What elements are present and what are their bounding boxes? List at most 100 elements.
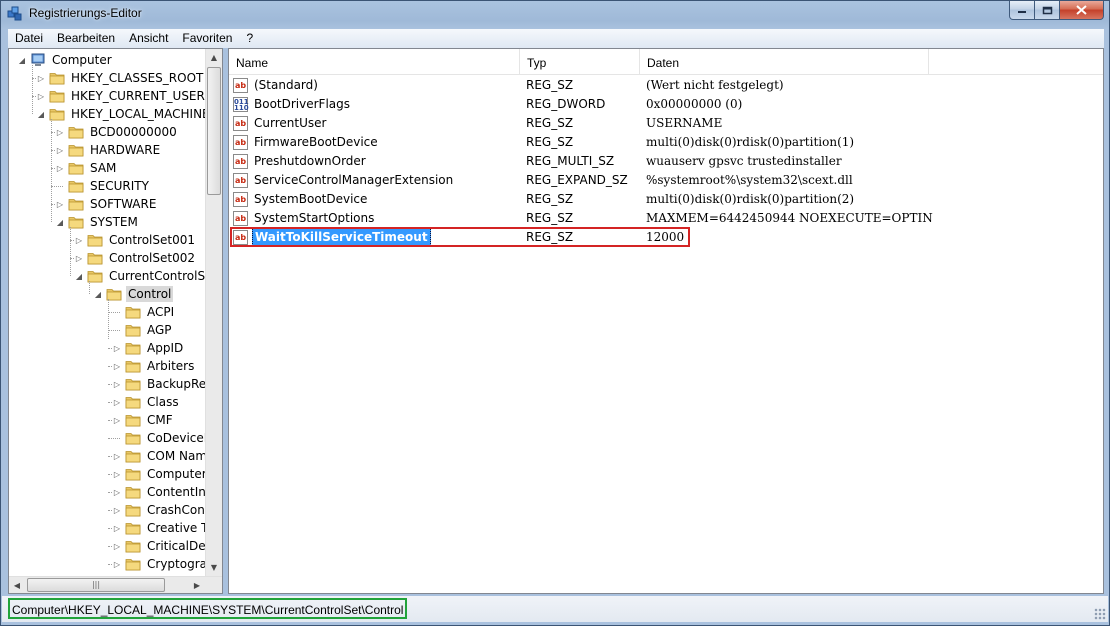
tree-item-label: HKEY_CLASSES_ROOT xyxy=(71,71,204,85)
tree-guide-line xyxy=(108,366,112,367)
tree-guide-line xyxy=(51,150,55,151)
tree-item[interactable]: ▷ AppID xyxy=(112,339,185,357)
tree-item[interactable]: ▷ SOFTWARE xyxy=(55,195,158,213)
tree-item[interactable]: ACPI xyxy=(112,303,176,321)
value-type: REG_SZ xyxy=(526,135,574,149)
resize-grip-icon[interactable] xyxy=(1094,608,1106,620)
tree-expand-icon[interactable]: ▷ xyxy=(36,69,46,87)
menu-ansicht[interactable]: Ansicht xyxy=(122,29,175,48)
table-row[interactable]: ab FirmwareBootDevice REG_SZ multi(0)disk(0… xyxy=(229,133,1103,152)
tree-expand-icon[interactable]: ▷ xyxy=(55,159,65,177)
scroll-left-icon[interactable]: ◀ xyxy=(9,577,25,593)
menu-favoriten[interactable]: Favoriten xyxy=(175,29,239,48)
tree-item[interactable]: ▷ CMF xyxy=(112,411,175,429)
value-name: ServiceControlManagerExtension xyxy=(254,173,454,187)
tree-scroll-thumb[interactable] xyxy=(207,67,221,195)
tree-item[interactable]: SECURITY xyxy=(55,177,151,195)
close-button[interactable] xyxy=(1060,1,1104,20)
table-row[interactable]: ab SystemStartOptions REG_SZ MAXMEM=644245… xyxy=(229,209,1103,228)
tree-expand-icon[interactable]: ▷ xyxy=(74,231,84,249)
tree-item[interactable]: ▷ ControlSet002 xyxy=(74,249,197,267)
table-row[interactable]: ab PreshutdownOrder REG_MULTI_SZ wuauserv g… xyxy=(229,152,1103,171)
tree-vertical-scrollbar[interactable]: ▲ ▼ xyxy=(205,49,222,576)
column-header-name[interactable]: Name xyxy=(229,49,520,75)
tree-item[interactable]: ▷ HARDWARE xyxy=(55,141,162,159)
tree-item[interactable]: ▷ Cryptograp xyxy=(112,555,217,573)
scroll-right-icon[interactable]: ▶ xyxy=(189,577,205,593)
tree-expand-icon[interactable]: ▷ xyxy=(112,519,122,537)
minimize-button[interactable] xyxy=(1009,1,1035,20)
tree-item[interactable]: ▷ Creative Te xyxy=(112,519,216,537)
tree-collapse-icon[interactable]: ◢ xyxy=(55,213,65,231)
tree-expand-icon[interactable]: ▷ xyxy=(74,249,84,267)
folder-icon xyxy=(49,91,65,103)
tree-item[interactable]: ▷ BackupRes xyxy=(112,375,214,393)
tree-collapse-icon[interactable]: ◢ xyxy=(17,51,27,69)
tree-expand-icon[interactable]: ▷ xyxy=(55,123,65,141)
tree-expand-icon[interactable]: ▷ xyxy=(36,87,46,105)
tree-item[interactable]: ◢ SYSTEM xyxy=(55,213,140,231)
table-row[interactable]: 011 110 BootDriverFlags REG_DWORD 0x00000000… xyxy=(229,95,1103,114)
table-row[interactable]: ab ServiceControlManagerExtension REG_EXPA… xyxy=(229,171,1103,190)
tree-item[interactable]: ▷ BCD00000000 xyxy=(55,123,179,141)
value-name-cell: ab CurrentUser xyxy=(233,114,523,133)
table-row[interactable]: ab CurrentUser REG_SZ USERNAME xyxy=(229,114,1103,133)
minimize-icon xyxy=(1018,11,1026,13)
tree-item[interactable]: ▷ COM Nam xyxy=(112,447,209,465)
menu-bearbeiten[interactable]: Bearbeiten xyxy=(50,29,122,48)
maximize-button[interactable] xyxy=(1035,1,1060,20)
scroll-up-icon[interactable]: ▲ xyxy=(206,49,222,66)
tree-item[interactable]: ▷ HKEY_CLASSES_ROOT xyxy=(36,69,205,87)
tree-collapse-icon[interactable]: ◢ xyxy=(74,267,84,285)
tree-item[interactable]: ▷ ContentInc xyxy=(112,483,214,501)
tree-item[interactable]: ◢ Control xyxy=(93,285,174,303)
tree-item[interactable]: ◢ HKEY_LOCAL_MACHINE xyxy=(36,105,212,123)
scroll-down-icon[interactable]: ▼ xyxy=(206,559,222,576)
tree-expand-icon[interactable]: ▷ xyxy=(112,393,122,411)
tree-expand-icon[interactable]: ▷ xyxy=(112,465,122,483)
tree-expand-icon[interactable]: ▷ xyxy=(55,141,65,159)
tree-item[interactable]: ▷ CriticalDev xyxy=(112,537,215,555)
registry-editor-window: Registrierungs-Editor Datei Bearbeiten A… xyxy=(0,0,1110,626)
title-bar[interactable]: Registrierungs-Editor xyxy=(1,1,1109,27)
tree-item[interactable]: CoDeviceIr xyxy=(112,429,214,447)
menu-help[interactable]: ? xyxy=(239,29,260,48)
tree-guide-line xyxy=(108,510,112,511)
tree-collapse-icon[interactable]: ◢ xyxy=(36,105,46,123)
tree-expand-icon[interactable]: ▷ xyxy=(112,411,122,429)
key-tree[interactable]: ◢ Computer ▷ HKEY_CLASSES_ROOT ▷ HKEY_CURRENT… xyxy=(8,48,223,594)
tree-hscroll-thumb[interactable]: ||| xyxy=(27,578,165,592)
tree-item[interactable]: ▷ ComputerI xyxy=(112,465,212,483)
tree-item[interactable]: ▷ Class xyxy=(112,393,181,411)
tree-expand-icon[interactable]: ▷ xyxy=(112,375,122,393)
tree-expand-icon[interactable]: ▷ xyxy=(112,339,122,357)
tree-expand-icon[interactable]: ▷ xyxy=(112,357,122,375)
tree-item-label: CrashCont xyxy=(147,503,210,517)
column-header-type[interactable]: Typ xyxy=(520,49,640,75)
tree-item[interactable]: ◢ CurrentControlSet xyxy=(74,267,219,285)
table-row[interactable]: ab SystemBootDevice REG_SZ multi(0)disk(0)r… xyxy=(229,190,1103,209)
tree-item[interactable]: ▷ CrashCont xyxy=(112,501,212,519)
tree-expand-icon[interactable]: ▷ xyxy=(112,447,122,465)
menu-datei[interactable]: Datei xyxy=(8,29,50,48)
tree-item-label: HKEY_LOCAL_MACHINE xyxy=(71,107,210,121)
tree-expand-icon[interactable]: ▷ xyxy=(112,483,122,501)
column-header-data[interactable]: Daten xyxy=(640,49,929,75)
tree-expand-icon[interactable]: ▷ xyxy=(112,537,122,555)
tree-expand-icon[interactable]: ▷ xyxy=(112,555,122,573)
value-list[interactable]: Name Typ Daten ab (Standard) REG_SZ (Wert n… xyxy=(228,48,1104,594)
tree-item[interactable]: ▷ HKEY_CURRENT_USER xyxy=(36,87,207,105)
tree-item[interactable]: ▷ ControlSet001 xyxy=(74,231,197,249)
table-row[interactable]: ab (Standard) REG_SZ (Wert nicht festgelegt… xyxy=(229,76,1103,95)
tree-expand-icon[interactable]: ▷ xyxy=(112,501,122,519)
tree-item[interactable]: ▷ SAM xyxy=(55,159,118,177)
tree-collapse-icon[interactable]: ◢ xyxy=(93,285,103,303)
tree-horizontal-scrollbar[interactable]: ◀ ||| ▶ xyxy=(9,576,222,593)
folder-icon xyxy=(125,361,141,373)
folder-icon xyxy=(49,73,65,85)
folder-icon xyxy=(68,199,84,211)
tree-expand-icon[interactable]: ▷ xyxy=(55,195,65,213)
tree-item[interactable]: AGP xyxy=(112,321,174,339)
tree-item[interactable]: ▷ Arbiters xyxy=(112,357,196,375)
tree-item-label: Computer xyxy=(52,53,112,67)
